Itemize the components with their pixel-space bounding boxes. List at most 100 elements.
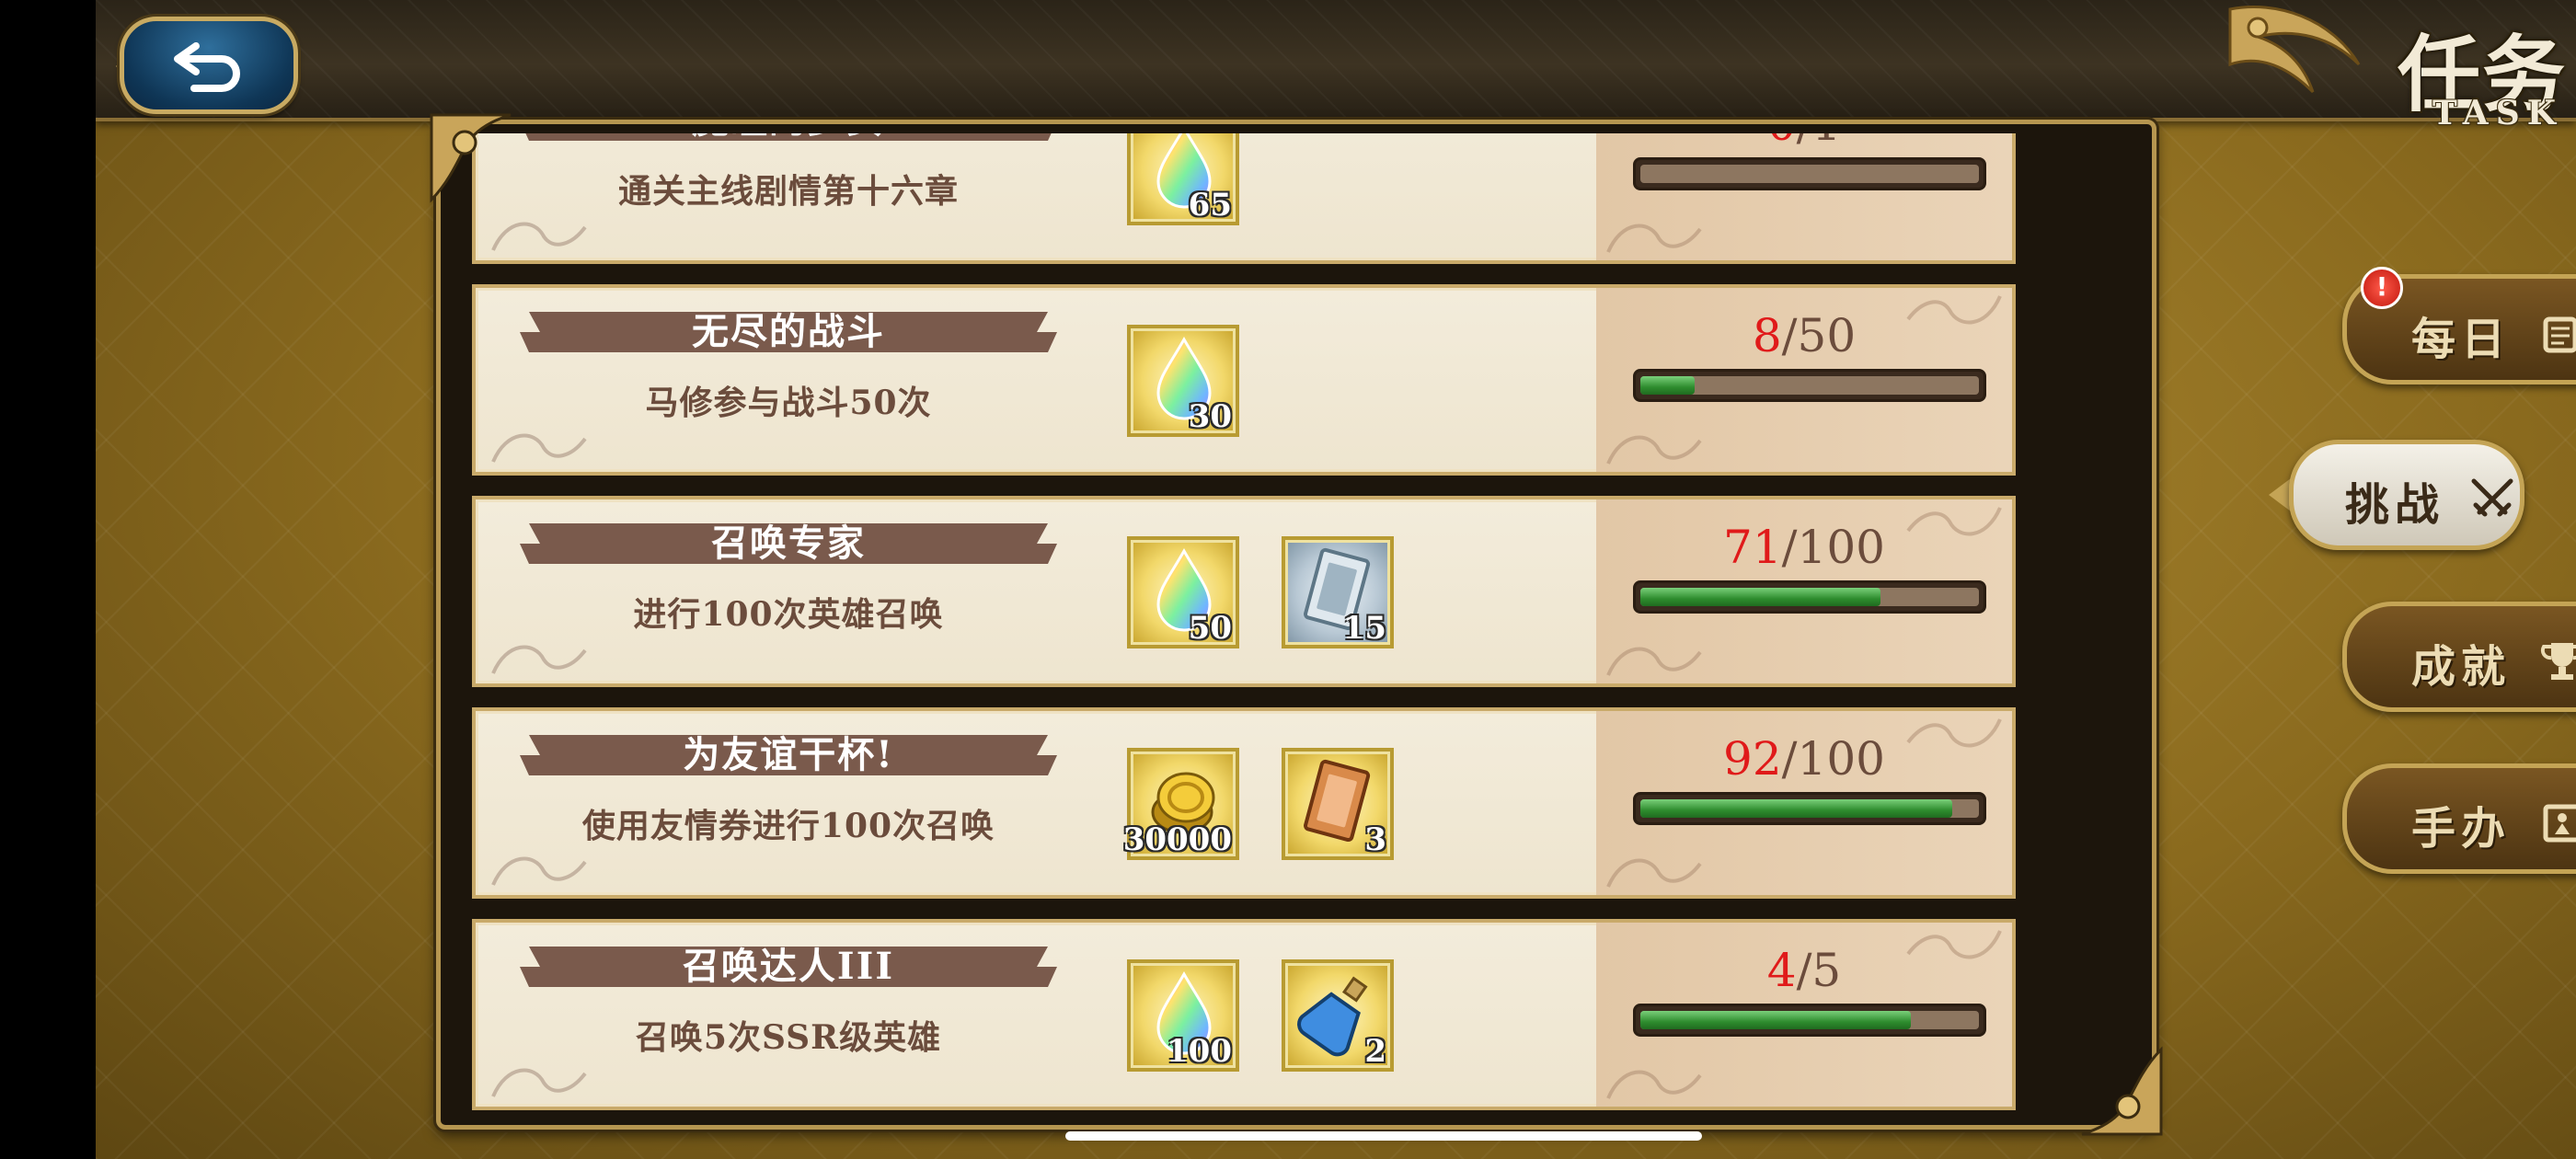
reward-count: 100 xyxy=(1167,1033,1232,1070)
progress-text: 0/1 xyxy=(1596,133,2012,150)
tab-label: 挑战 xyxy=(2345,479,2445,531)
scroll-ornament-icon xyxy=(491,1068,587,1097)
progress-text: 4/5 xyxy=(1596,945,2012,996)
tab-label: 手办 xyxy=(2411,803,2512,855)
progress-bar xyxy=(1633,369,1986,402)
tab-achievement[interactable]: 成就 xyxy=(2342,602,2576,712)
task-title-ribbon: 无尽的战斗 xyxy=(520,308,1057,356)
panel-corner-ornament-icon xyxy=(430,113,512,203)
scroll-ornament-icon xyxy=(491,222,587,251)
figure-box-icon xyxy=(2543,804,2576,843)
task-title-ribbon: 召唤达人III xyxy=(520,943,1057,991)
scroll-ornament-icon xyxy=(1606,435,1702,465)
reward-count: 50 xyxy=(1188,610,1232,647)
crossed-swords-icon xyxy=(2471,478,2513,517)
reward-count: 3 xyxy=(1364,821,1386,858)
progress-total: 1 xyxy=(1811,133,1841,151)
tab-label: 成就 xyxy=(2411,641,2512,693)
progress-separator: / xyxy=(1781,732,1798,786)
task-progress-box: 71/100 xyxy=(1596,499,2012,683)
task-name: 为友谊干杯! xyxy=(683,733,894,776)
scroll-ornament-icon xyxy=(491,645,587,674)
reward-slot[interactable]: 15 xyxy=(1282,536,1394,648)
progress-separator: / xyxy=(1796,944,1812,997)
task-progress-box: 8/50 xyxy=(1596,288,2012,472)
task-row[interactable]: 为友谊干杯! 使用友情券进行100次召唤 30000 3 92/100 xyxy=(472,707,2016,899)
reward-count: 30 xyxy=(1188,398,1232,435)
progress-current: 92 xyxy=(1723,732,1782,786)
game-screen: 任务 TASK 魔瞳的少女 通关主线剧情第十六章 xyxy=(96,0,2576,1159)
tab-figure[interactable]: 手办 xyxy=(2342,763,2576,874)
reward-slot[interactable]: 30 xyxy=(1127,325,1239,437)
progress-separator: / xyxy=(1781,309,1798,362)
progress-fill xyxy=(1640,376,1695,395)
task-name: 魔瞳的少女 xyxy=(520,133,1057,141)
reward-slot[interactable]: 65 xyxy=(1127,133,1239,225)
progress-separator: / xyxy=(1797,133,1812,151)
scroll-ornament-icon xyxy=(1606,224,1702,253)
scroll-ornament-icon xyxy=(491,433,587,463)
progress-current: 4 xyxy=(1766,944,1797,997)
task-description: 进行100次英雄召唤 xyxy=(633,595,944,634)
task-description: 通关主线剧情第十六章 xyxy=(617,172,959,211)
progress-bar xyxy=(1633,580,1986,614)
progress-fill xyxy=(1640,799,1952,818)
task-description: 马修参与战斗50次 xyxy=(645,384,932,422)
task-list-panel: 魔瞳的少女 通关主线剧情第十六章 65 0/1 xyxy=(430,113,2163,1136)
task-row[interactable]: 召唤专家 进行100次英雄召唤 50 15 71/100 xyxy=(472,496,2016,687)
scroll-ornament-icon xyxy=(491,856,587,886)
tab-challenge[interactable]: 挑战 xyxy=(2289,440,2524,550)
reward-count: 15 xyxy=(1342,610,1386,647)
task-name: 召唤达人III xyxy=(682,945,895,988)
panel-corner-ornament-icon xyxy=(2081,1046,2163,1136)
progress-current: 71 xyxy=(1723,521,1782,574)
progress-text: 8/50 xyxy=(1596,310,2012,361)
task-name: 召唤专家 xyxy=(711,522,866,565)
progress-fill xyxy=(1640,1011,1911,1029)
return-arrow-icon xyxy=(174,42,240,92)
progress-bar xyxy=(1633,792,1986,825)
reward-count: 2 xyxy=(1364,1033,1386,1070)
task-title-ribbon: 为友谊干杯! xyxy=(520,731,1057,779)
progress-text: 92/100 xyxy=(1596,733,2012,785)
page-subtitle: TASK xyxy=(2432,94,2563,132)
reward-slot[interactable]: 50 xyxy=(1127,536,1239,648)
reward-slot[interactable]: 2 xyxy=(1282,959,1394,1072)
progress-text: 71/100 xyxy=(1596,522,2012,573)
progress-total: 5 xyxy=(1811,944,1842,997)
progress-fill xyxy=(1640,588,1880,606)
task-title-ribbon: 魔瞳的少女 xyxy=(520,133,1057,144)
progress-total: 100 xyxy=(1797,521,1885,574)
top-bar xyxy=(96,0,2576,121)
task-row[interactable]: 魔瞳的少女 通关主线剧情第十六章 65 0/1 xyxy=(472,133,2016,264)
task-description: 使用友情券进行100次召唤 xyxy=(581,807,995,845)
reward-slot[interactable]: 100 xyxy=(1127,959,1239,1072)
progress-current: 0 xyxy=(1767,133,1797,151)
scroll-ornament-icon xyxy=(1606,1070,1702,1099)
scroll-ornament-icon xyxy=(1606,647,1702,676)
task-row[interactable]: 无尽的战斗 马修参与战斗50次 30 8/50 xyxy=(472,284,2016,476)
title-area: 任务 TASK xyxy=(2221,0,2576,156)
reward-slot[interactable]: 3 xyxy=(1282,748,1394,860)
title-ornament-icon xyxy=(2228,6,2361,94)
scroll-icon xyxy=(2543,316,2576,353)
task-progress-box: 92/100 xyxy=(1596,711,2012,895)
progress-total: 50 xyxy=(1797,309,1857,362)
tab-label: 每日 xyxy=(2411,314,2512,365)
scroll-ornament-icon xyxy=(1606,858,1702,888)
reward-slot[interactable]: 30000 xyxy=(1123,748,1239,860)
reward-count: 30000 xyxy=(1122,821,1232,858)
home-indicator xyxy=(1065,1131,1702,1141)
trophy-icon xyxy=(2540,643,2576,680)
progress-bar xyxy=(1633,157,1986,190)
task-progress-box: 0/1 xyxy=(1596,133,2012,260)
task-row[interactable]: 召唤达人III 召唤5次SSR级英雄 100 2 4/5 xyxy=(472,919,2016,1110)
active-tab-arrow xyxy=(2269,478,2291,511)
progress-total: 100 xyxy=(1797,732,1885,786)
progress-separator: / xyxy=(1781,521,1798,574)
task-list[interactable]: 魔瞳的少女 通关主线剧情第十六章 65 0/1 xyxy=(472,133,2016,1116)
task-description: 召唤5次SSR级英雄 xyxy=(635,1018,942,1057)
progress-current: 8 xyxy=(1752,309,1782,362)
back-button[interactable] xyxy=(120,17,298,114)
reward-count: 65 xyxy=(1188,187,1232,224)
